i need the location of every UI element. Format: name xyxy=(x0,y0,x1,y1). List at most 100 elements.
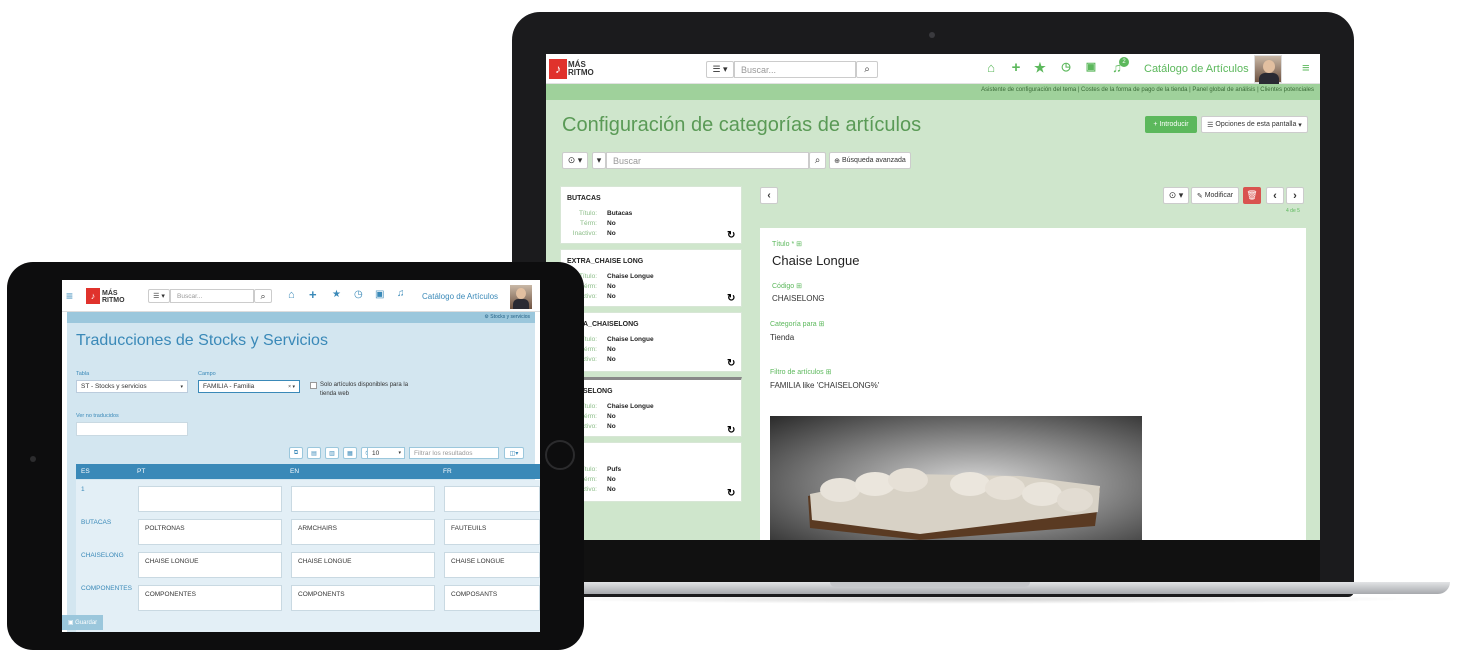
refresh-icon[interactable]: ↻ xyxy=(727,425,735,436)
tabla-select[interactable]: ST - Stocks y servicios ▾ xyxy=(76,380,188,393)
chevron-down-icon: ▾ xyxy=(1296,121,1302,129)
tablet-navbar: ≡ ♪ MÁS RITMO ☰ ▾ Buscar... ⌕ ⌂ + ★ ◷ ▣ … xyxy=(62,280,540,312)
tablet-home-button[interactable] xyxy=(545,440,575,470)
excel-icon[interactable]: ▥ xyxy=(325,447,339,459)
ver-no-traducidos-input[interactable] xyxy=(76,422,188,436)
menu-list-button[interactable]: ☰ ▾ xyxy=(148,289,170,303)
trash-icon[interactable]: 🗑 xyxy=(1243,187,1261,204)
actions-dropdown-button[interactable]: ⊙ ▾ xyxy=(562,152,588,169)
previous-record-button[interactable]: ‹ xyxy=(1266,187,1284,204)
hamburger-icon[interactable]: ≡ xyxy=(1302,60,1310,75)
menu-list-button[interactable]: ☰ ▾ xyxy=(706,61,734,78)
web-only-checkbox[interactable] xyxy=(310,382,317,389)
notification-badge: 2 xyxy=(1119,57,1129,67)
filter-input[interactable]: Buscar xyxy=(606,152,809,169)
web-only-label: Solo artículos disponibles para la tiend… xyxy=(320,382,409,397)
home-icon[interactable]: ⌂ xyxy=(288,289,295,301)
search-icon[interactable]: ⌕ xyxy=(254,289,272,303)
brand-logo-icon[interactable]: ♪ xyxy=(86,288,100,304)
refresh-icon[interactable]: ↻ xyxy=(727,293,735,304)
list-item[interactable]: BUTACAS Título: Butacas Térm: No Inactiv… xyxy=(560,186,742,244)
column-header-pt[interactable]: PT xyxy=(137,468,145,475)
clock-icon[interactable]: ◷ xyxy=(354,289,363,300)
columns-icon[interactable]: ◫▾ xyxy=(504,447,524,459)
inactivo-value: No xyxy=(607,230,616,237)
refresh-icon[interactable]: ↻ xyxy=(727,358,735,369)
info-icon: ⊞ xyxy=(796,241,803,248)
en-cell[interactable] xyxy=(291,486,435,512)
screen-options-button[interactable]: ☰ Opciones de esta pantalla ▾ xyxy=(1201,116,1308,133)
advanced-search-button[interactable]: ⊕ Búsqueda avanzada xyxy=(829,152,911,169)
copy-icon[interactable]: ⧉ xyxy=(289,447,303,459)
pt-cell[interactable]: COMPONENTES xyxy=(138,585,282,611)
next-record-button[interactable]: › xyxy=(1286,187,1304,204)
add-button[interactable]: + Introducir xyxy=(1145,116,1197,133)
list-item[interactable]: A_CHAISELONG Título: Chaise Longue Térm:… xyxy=(560,312,742,372)
pt-cell[interactable]: POLTRONAS xyxy=(138,519,282,545)
fr-cell[interactable]: CHAISE LONGUE xyxy=(444,552,540,578)
hamburger-icon[interactable]: ≡ xyxy=(66,289,73,303)
logo-line-2: RITMO xyxy=(102,297,125,304)
home-icon[interactable]: ⌂ xyxy=(983,60,999,75)
list-item[interactable]: EXTRA_CHAISE LONG Título: Chaise Longue … xyxy=(560,249,742,307)
fr-cell[interactable]: COMPOSANTS xyxy=(444,585,540,611)
save-button[interactable]: ▣ Guardar xyxy=(62,615,103,630)
row-key: BUTACAS xyxy=(81,519,112,526)
plus-icon[interactable]: + xyxy=(309,287,317,302)
tablet-camera-icon xyxy=(30,456,36,462)
chevron-down-icon: ▾ xyxy=(398,450,401,456)
titulo-field-label-text: Título * xyxy=(772,241,795,248)
column-header-en[interactable]: EN xyxy=(290,468,299,475)
search-icon[interactable]: ⌕ xyxy=(856,61,878,78)
avatar[interactable] xyxy=(1254,55,1282,84)
row-key: CHAISELONG xyxy=(81,552,124,559)
en-cell[interactable]: COMPONENTS xyxy=(291,585,435,611)
record-list: BUTACAS Título: Butacas Térm: No Inactiv… xyxy=(560,186,742,536)
refresh-icon[interactable]: ↻ xyxy=(727,488,735,499)
avatar[interactable] xyxy=(510,285,532,309)
pdf-icon[interactable]: ▦ xyxy=(343,447,357,459)
quick-links[interactable]: Asistente de configuración del tema | Co… xyxy=(981,87,1314,93)
campo-select[interactable]: FAMILIA - Familia × ▾ xyxy=(198,380,300,393)
filter-results-input[interactable]: Filtrar los resultados xyxy=(409,447,499,459)
list-item-selected[interactable]: SELONG Título: Chaise Longue Térm: No In… xyxy=(560,377,742,437)
list-icon: ☰ xyxy=(1207,121,1216,129)
fr-cell[interactable]: FAUTEUILS xyxy=(444,519,540,545)
breadcrumb[interactable]: ⚙ Stocks y servicios xyxy=(484,314,530,320)
detail-actions-button[interactable]: ⊙ ▾ xyxy=(1163,187,1189,204)
plus-icon[interactable]: + xyxy=(1008,59,1024,76)
page-size-select[interactable]: 10 ▾ xyxy=(367,447,405,459)
search-input[interactable]: Buscar... xyxy=(734,61,856,78)
column-header-fr[interactable]: FR xyxy=(443,468,452,475)
back-button[interactable]: ‹ xyxy=(760,187,778,204)
inactivo-value: No xyxy=(607,356,616,363)
clock-icon[interactable]: ◷ xyxy=(1058,60,1074,73)
pt-cell[interactable] xyxy=(138,486,282,512)
star-icon[interactable]: ★ xyxy=(332,289,341,300)
header-title[interactable]: Catálogo de Artículos xyxy=(422,292,498,301)
calendar-icon[interactable]: ▣ xyxy=(375,289,384,300)
codigo-field-label-text: Código xyxy=(772,283,795,290)
en-cell[interactable]: ARMCHAIRS xyxy=(291,519,435,545)
term-value: No xyxy=(607,220,616,227)
filtro-field-value: FAMILIA like 'CHAISELONG%' xyxy=(770,381,880,390)
column-header-es[interactable]: ES xyxy=(81,468,90,475)
header-title[interactable]: Catálogo de Artículos xyxy=(1144,63,1249,75)
filter-search-icon[interactable]: ⌕ xyxy=(809,152,826,169)
edit-button[interactable]: ✎ Modificar xyxy=(1191,187,1239,204)
list-item[interactable]: Título: Pufs Térm: No Inactivo: No ↻ xyxy=(560,442,742,502)
en-cell[interactable]: CHAISE LONGUE xyxy=(291,552,435,578)
refresh-icon[interactable]: ↻ xyxy=(727,230,735,241)
brand-logo-icon[interactable]: ♪ xyxy=(549,59,567,79)
bell-icon[interactable]: ♫ xyxy=(397,288,405,299)
pt-cell[interactable]: CHAISE LONGUE xyxy=(138,552,282,578)
filter-toggle-button[interactable]: ▾ xyxy=(592,152,606,169)
fr-cell[interactable] xyxy=(444,486,540,512)
star-icon[interactable]: ★ xyxy=(1032,60,1048,76)
search-input[interactable]: Buscar... xyxy=(170,289,254,303)
clear-chevron-icon: × ▾ xyxy=(288,383,295,390)
calendar-icon[interactable]: ▣ xyxy=(1083,60,1099,73)
csv-icon[interactable]: ▤ xyxy=(307,447,321,459)
screen-options-label: Opciones de esta pantalla xyxy=(1215,121,1297,128)
titulo-value: Chaise Longue xyxy=(607,336,654,343)
